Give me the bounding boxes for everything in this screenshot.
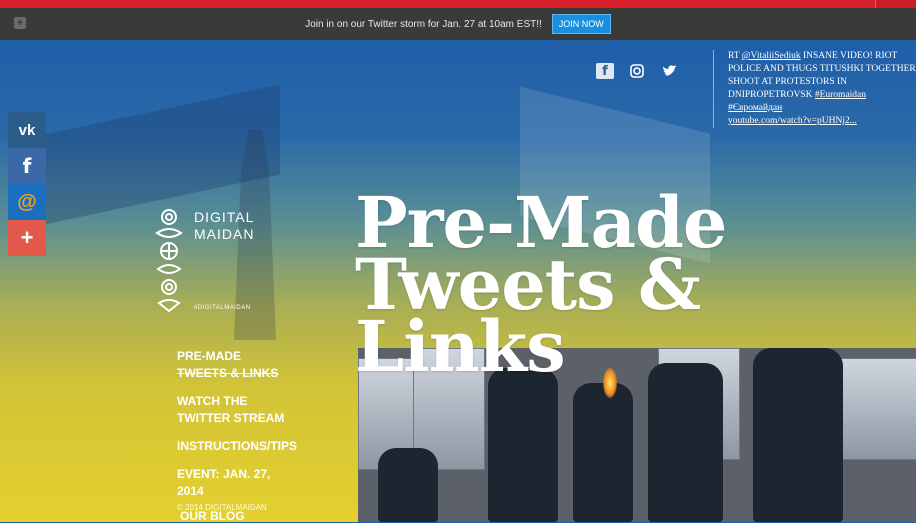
announcement-bar: + Join in on our Twitter storm for Jan. … (0, 8, 916, 40)
officer-figure (753, 348, 843, 522)
announcement-text: Join in on our Twitter storm for Jan. 27… (305, 18, 542, 30)
officer-figure (488, 368, 558, 522)
tweet-handle-link[interactable]: @VitaliiSediuk (742, 51, 801, 61)
nav-item-instructions[interactable]: INSTRUCTIONS/TIPS (177, 438, 347, 455)
nav-item-label: EVENT: JAN. 27, (177, 467, 271, 481)
page-title: Pre-Made Tweets & Links (355, 188, 727, 382)
nav-item-label: PRE-MADE (177, 349, 242, 363)
vk-icon[interactable]: vk (8, 112, 46, 148)
nav-item-label: WATCH THE (177, 394, 248, 408)
email-icon[interactable]: @ (8, 184, 46, 220)
nav-item-twitter-stream[interactable]: WATCH THE TWITTER STREAM (177, 393, 347, 427)
nav-item-label: INSTRUCTIONS/TIPS (177, 439, 298, 453)
nav-item-label: TWEETS & LINKS (177, 366, 279, 380)
share-plus-icon[interactable]: + (8, 220, 46, 256)
twitter-icon[interactable] (660, 63, 678, 79)
share-rail: vk f @ + (8, 112, 46, 256)
tweet-prefix: RT (728, 51, 742, 61)
nav-item-pre-made-tweets[interactable]: PRE-MADE TWEETS & LINKS (177, 348, 347, 382)
tweet-url-link[interactable]: youtube.com/watch?v=pUHNj2... (728, 115, 916, 128)
top-accent-bar (0, 0, 916, 8)
latest-tweet: RT @VitaliiSediuk INSANE VIDEO! RIOT POL… (713, 50, 916, 128)
logo-line-1: DIGITAL (194, 209, 255, 225)
instagram-icon[interactable] (628, 63, 646, 79)
nav-item-label: TWITTER STREAM (177, 411, 285, 425)
ornament-icon (155, 209, 183, 313)
officer-figure (573, 383, 633, 522)
facebook-icon[interactable]: f (8, 148, 46, 184)
header-social-links: f (596, 63, 678, 79)
logo-wordmark: DIGITAL MAIDAN (194, 209, 254, 243)
nav-item-event[interactable]: EVENT: JAN. 27, 2014 (177, 466, 347, 500)
main-nav: PRE-MADE TWEETS & LINKS WATCH THE TWITTE… (177, 348, 347, 511)
facebook-icon[interactable]: f (596, 63, 614, 79)
logo-hashtag: #DIGITALMAIDAN (194, 305, 251, 311)
twitter-glyph (662, 64, 677, 76)
join-now-button[interactable]: JOIN NOW (551, 14, 611, 34)
officer-figure (648, 363, 723, 522)
instagram-glyph (630, 64, 644, 78)
tweet-hashtag-link[interactable]: #Euromaidan (815, 90, 866, 100)
officer-figure (378, 448, 438, 522)
nav-item-blog[interactable]: OUR BLOG (180, 509, 245, 523)
plus-icon[interactable]: + (14, 17, 26, 29)
site-logo[interactable]: DIGITAL MAIDAN #DIGITALMAIDAN (152, 205, 282, 315)
nav-item-label: 2014 (177, 484, 204, 498)
logo-line-2: MAIDAN (194, 226, 255, 242)
tweet-hashtag-link[interactable]: #Євромайдан (728, 102, 916, 115)
